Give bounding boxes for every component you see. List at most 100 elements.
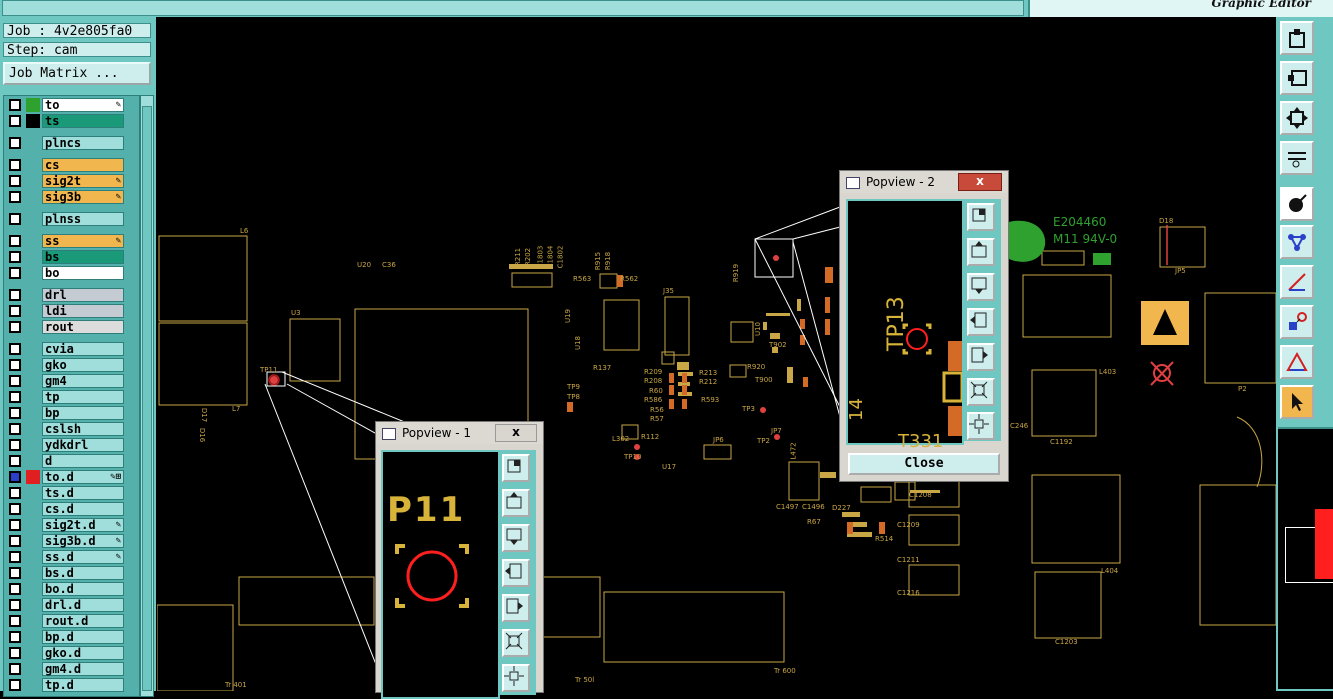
layer-name[interactable]: rout (42, 320, 124, 334)
layer-name[interactable]: drl.d (42, 598, 124, 612)
layer-checkbox[interactable] (9, 551, 21, 563)
layer-checkbox[interactable] (9, 359, 21, 371)
pan-left-button[interactable] (967, 308, 995, 336)
layer-row-rout[interactable]: rout (6, 320, 137, 334)
layer-name[interactable]: rout.d (42, 614, 124, 628)
layer-checkbox[interactable] (9, 487, 21, 499)
popview-1-titlebar[interactable]: Popview - 1 x (376, 422, 543, 444)
layer-checkbox[interactable] (9, 391, 21, 403)
resize-icon[interactable] (1280, 101, 1314, 135)
layer-row-bo[interactable]: bo (6, 266, 137, 280)
layer-row-gm4[interactable]: gm4 (6, 374, 137, 388)
layer-row-bs-d[interactable]: bs.d (6, 566, 137, 580)
layer-checkbox[interactable] (9, 213, 21, 225)
layer-name[interactable]: bp.d (42, 630, 124, 644)
layer-row-tp[interactable]: tp (6, 390, 137, 404)
popview-1-close-icon[interactable]: x (495, 424, 537, 442)
layer-row-ts[interactable]: ts (6, 114, 137, 128)
layer-name[interactable]: sig3b.d ✎ (42, 534, 124, 548)
popview-1-window[interactable]: Popview - 1 x P11 (375, 421, 544, 699)
zoom-in-button[interactable] (967, 378, 995, 406)
layer-row-bp[interactable]: bp (6, 406, 137, 420)
pointer-icon[interactable] (1280, 385, 1314, 419)
layer-name[interactable]: gko (42, 358, 124, 372)
layer-checkbox[interactable] (9, 289, 21, 301)
popview-2-view[interactable]: TP13 14 T331 (846, 199, 964, 452)
layer-row-sig3b-d[interactable]: sig3b.d ✎ (6, 534, 137, 548)
layer-row-drl[interactable]: drl (6, 288, 137, 302)
layer-checkbox[interactable] (9, 175, 21, 187)
layer-row-rout-d[interactable]: rout.d (6, 614, 137, 628)
net-connect-icon[interactable] (1280, 225, 1314, 259)
layer-name[interactable]: drl (42, 288, 124, 302)
layer-name[interactable]: bp (42, 406, 124, 420)
layer-row-gm4-d[interactable]: gm4.d (6, 662, 137, 676)
layer-name[interactable]: ss.d ✎ (42, 550, 124, 564)
layer-checkbox[interactable] (9, 663, 21, 675)
layer-name[interactable]: tp.d (42, 678, 124, 692)
layer-row-ss[interactable]: ss ✎ (6, 234, 137, 248)
layer-row-cs[interactable]: cs (6, 158, 137, 172)
layer-checkbox[interactable] (9, 343, 21, 355)
layer-row-ydkdrl[interactable]: ydkdrl (6, 438, 137, 452)
layer-name[interactable]: d (42, 454, 124, 468)
layer-color-swatch[interactable] (26, 98, 40, 112)
layer-row-sig2t[interactable]: sig2t ✎ (6, 174, 137, 188)
layer-name[interactable]: ss ✎ (42, 234, 124, 248)
layer-row-gko[interactable]: gko (6, 358, 137, 372)
layer-name[interactable]: gm4 (42, 374, 124, 388)
layer-name[interactable]: plncs (42, 136, 124, 150)
layer-name[interactable]: bo.d (42, 582, 124, 596)
draw-line-icon[interactable] (1280, 265, 1314, 299)
layer-row-to-d[interactable]: to.d ✎⊞ (6, 470, 137, 484)
layer-row-ldi[interactable]: ldi (6, 304, 137, 318)
layer-scrollbar[interactable] (140, 95, 154, 697)
layer-checkbox[interactable] (9, 251, 21, 263)
layer-checkbox[interactable] (9, 423, 21, 435)
layer-name[interactable]: bo (42, 266, 124, 280)
layer-checkbox[interactable] (9, 679, 21, 691)
layer-checkbox[interactable] (9, 439, 21, 451)
layer-row-tp-d[interactable]: tp.d (6, 678, 137, 692)
layer-checkbox[interactable] (9, 159, 21, 171)
layer-checkbox[interactable] (9, 615, 21, 627)
layer-checkbox[interactable] (9, 599, 21, 611)
layer-name[interactable]: bs.d (42, 566, 124, 580)
layer-row-bo-d[interactable]: bo.d (6, 582, 137, 596)
layer-name[interactable]: bs (42, 250, 124, 264)
layer-checkbox[interactable] (9, 191, 21, 203)
layer-checkbox[interactable] (9, 305, 21, 317)
pan-up-button[interactable] (967, 238, 995, 266)
layer-name[interactable]: sig2t.d ✎ (42, 518, 124, 532)
layer-row-plncs[interactable]: plncs (6, 136, 137, 150)
layer-row-gko-d[interactable]: gko.d (6, 646, 137, 660)
layer-row-ss-d[interactable]: ss.d ✎ (6, 550, 137, 564)
layer-name[interactable]: ts.d (42, 486, 124, 500)
select-pad-icon[interactable] (1280, 187, 1314, 221)
layer-checkbox[interactable] (9, 455, 21, 467)
layer-row-bp-d[interactable]: bp.d (6, 630, 137, 644)
layer-checkbox[interactable] (9, 99, 21, 111)
layer-row-ts-d[interactable]: ts.d (6, 486, 137, 500)
layer-name[interactable]: plnss (42, 212, 124, 226)
layer-checkbox[interactable] (9, 375, 21, 387)
move-layer-icon[interactable] (1280, 61, 1314, 95)
layer-checkbox[interactable] (9, 321, 21, 333)
pan-down-button[interactable] (967, 273, 995, 301)
popview-2-close-button[interactable]: Close (848, 453, 1000, 475)
pan-right-button[interactable] (502, 594, 530, 622)
layer-row-sig3b[interactable]: sig3b ✎ (6, 190, 137, 204)
pan-down-button[interactable] (502, 524, 530, 552)
layer-row-cvia[interactable]: cvia (6, 342, 137, 356)
layer-checkbox[interactable] (9, 407, 21, 419)
add-shape-icon[interactable] (1280, 345, 1314, 379)
job-matrix-button[interactable]: Job Matrix ... (3, 62, 151, 85)
layer-row-cslsh[interactable]: cslsh (6, 422, 137, 436)
layer-checkbox[interactable] (9, 503, 21, 515)
zoom-fit-button[interactable] (967, 203, 995, 231)
layer-row-to[interactable]: to ✎ (6, 98, 137, 112)
pan-left-button[interactable] (502, 559, 530, 587)
layer-row-drl-d[interactable]: drl.d (6, 598, 137, 612)
layer-name[interactable]: sig2t ✎ (42, 174, 124, 188)
zoom-out-button[interactable] (502, 664, 530, 692)
